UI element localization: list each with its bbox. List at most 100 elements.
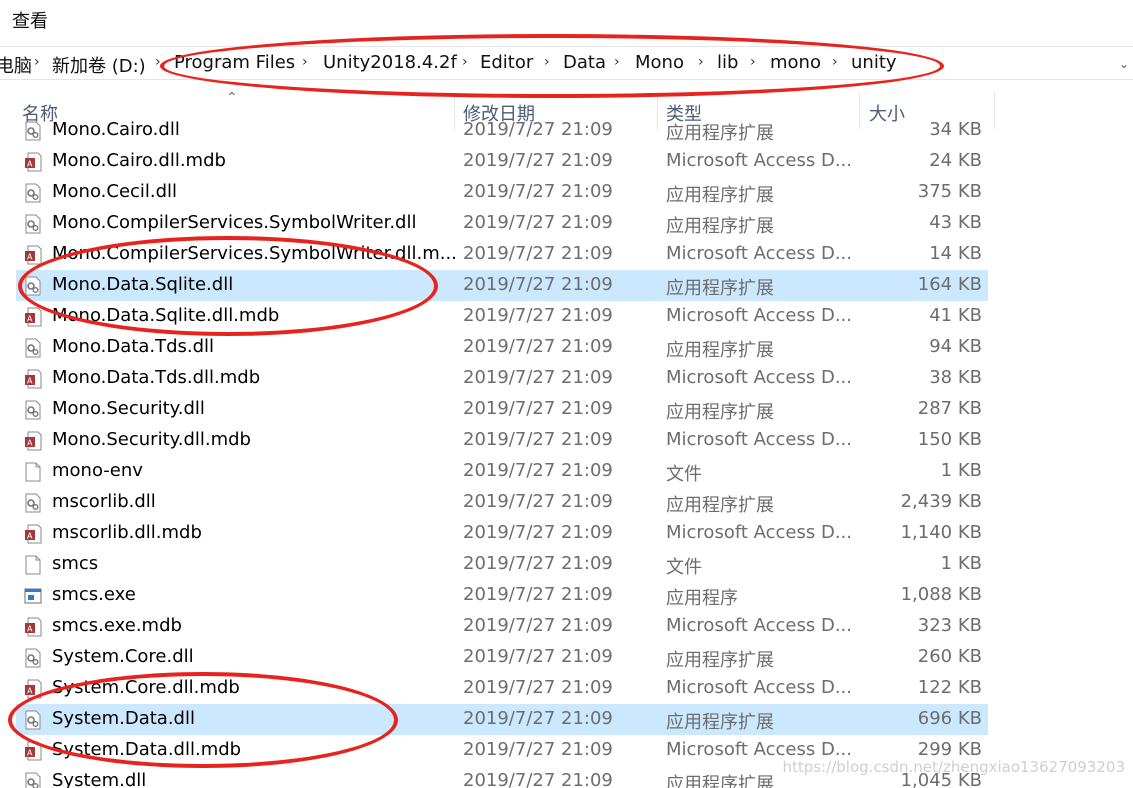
file-size: 1 KB (940, 553, 982, 574)
file-size: 2,439 KB (900, 491, 982, 512)
file-row[interactable]: System.Core.dll 2019/7/27 21:09 应用程序扩展 260 … (16, 642, 988, 673)
dll-icon (24, 648, 42, 668)
file-type: Microsoft Access D... (666, 677, 853, 698)
breadcrumb-separator-icon[interactable]: › (832, 54, 838, 70)
file-date: 2019/7/27 21:09 (463, 181, 613, 202)
file-size: 1,140 KB (900, 522, 982, 543)
breadcrumb-separator-icon[interactable]: › (698, 54, 704, 70)
file-type: Microsoft Access D... (666, 243, 853, 264)
breadcrumb-item[interactable]: lib (717, 52, 738, 73)
menu-view[interactable]: 查看 (12, 7, 48, 33)
file-row[interactable]: A Mono.Security.dll.mdb 2019/7/27 21:09 Mic… (16, 425, 988, 456)
file-name: mscorlib.dll (52, 491, 156, 512)
file-date: 2019/7/27 21:09 (463, 491, 613, 512)
svg-text:A: A (27, 687, 33, 696)
file-size: 34 KB (929, 119, 982, 140)
file-type: 应用程序扩展 (666, 650, 774, 671)
file-type: 应用程序扩展 (666, 123, 774, 144)
svg-text:A: A (27, 253, 33, 262)
file-row[interactable]: mono-env 2019/7/27 21:09 文件 1 KB (16, 456, 988, 487)
breadcrumb-separator-icon[interactable]: › (34, 54, 40, 70)
chevron-down-icon[interactable]: ⌄ (1119, 57, 1129, 71)
file-icon (24, 462, 42, 482)
mdb-icon: A (24, 524, 42, 544)
dll-icon (24, 493, 42, 513)
file-name: smcs.exe.mdb (52, 615, 182, 636)
dll-icon (24, 276, 42, 296)
breadcrumb-separator-icon[interactable]: › (462, 54, 468, 70)
file-date: 2019/7/27 21:09 (463, 770, 613, 788)
svg-text:A: A (27, 439, 33, 448)
file-name: Mono.CompilerServices.SymbolWriter.dll.m… (52, 243, 457, 264)
breadcrumb-item[interactable]: 电脑 (0, 52, 32, 78)
file-name: mono-env (52, 460, 143, 481)
file-row[interactable]: A System.Core.dll.mdb 2019/7/27 21:09 Micro… (16, 673, 988, 704)
file-size: 24 KB (929, 150, 982, 171)
address-bar[interactable]: ⌄ 电脑 › 新加卷 (D:) › Program Files › Unity2018.4.… (0, 46, 1133, 80)
file-type: Microsoft Access D... (666, 522, 853, 543)
file-name: Mono.Cairo.dll.mdb (52, 150, 226, 171)
file-date: 2019/7/27 21:09 (463, 336, 613, 357)
breadcrumb-item[interactable]: mono (770, 52, 821, 73)
file-name: Mono.Data.Tds.dll.mdb (52, 367, 261, 388)
breadcrumb-separator-icon[interactable]: › (302, 54, 308, 70)
file-size: 1,088 KB (900, 584, 982, 605)
file-row[interactable]: Mono.Cecil.dll 2019/7/27 21:09 应用程序扩展 375 K… (16, 177, 988, 208)
file-row[interactable]: Mono.Security.dll 2019/7/27 21:09 应用程序扩展 28… (16, 394, 988, 425)
breadcrumb-item[interactable]: Mono (635, 52, 684, 73)
file-row[interactable]: System.Data.dll 2019/7/27 21:09 应用程序扩展 696 … (16, 704, 988, 735)
watermark: https://blog.csdn.net/zhengxiao136270932… (782, 758, 1125, 776)
file-row[interactable]: smcs.exe 2019/7/27 21:09 应用程序 1,088 KB (16, 580, 988, 611)
breadcrumb-separator-icon[interactable]: › (544, 54, 550, 70)
file-type: 应用程序扩展 (666, 402, 774, 423)
file-row[interactable]: A Mono.CompilerServices.SymbolWriter.dll.… (16, 239, 988, 270)
file-name: Mono.CompilerServices.SymbolWriter.dll (52, 212, 417, 233)
file-type: 应用程序扩展 (666, 185, 774, 206)
file-name: Mono.Data.Sqlite.dll.mdb (52, 305, 280, 326)
file-row[interactable]: smcs 2019/7/27 21:09 文件 1 KB (16, 549, 988, 580)
file-row[interactable]: A Mono.Data.Sqlite.dll.mdb 2019/7/27 21:09… (16, 301, 988, 332)
breadcrumb-item[interactable]: Unity2018.4.2f (323, 52, 457, 73)
breadcrumb-item[interactable]: Data (563, 52, 606, 73)
file-size: 122 KB (917, 677, 982, 698)
mdb-icon: A (24, 741, 42, 761)
file-row[interactable]: Amscorlib.dll.mdb 2019/7/27 21:09 Microsof… (16, 518, 988, 549)
file-name: System.Data.dll.mdb (52, 739, 242, 760)
file-date: 2019/7/27 21:09 (463, 212, 613, 233)
file-name: Mono.Cairo.dll (52, 119, 180, 140)
breadcrumb-separator-icon[interactable]: › (750, 54, 756, 70)
file-size: 1 KB (940, 460, 982, 481)
breadcrumb-item[interactable]: unity (851, 52, 897, 73)
file-row[interactable]: Mono.Data.Sqlite.dll 2019/7/27 21:09 应用程序扩… (16, 270, 988, 301)
file-size: 299 KB (917, 739, 982, 760)
file-row[interactable]: Asmcs.exe.mdb 2019/7/27 21:09 Microsoft Ac… (16, 611, 988, 642)
file-row[interactable]: A Mono.Cairo.dll.mdb 2019/7/27 21:09 Micros… (16, 146, 988, 177)
file-name: Mono.Cecil.dll (52, 181, 178, 202)
breadcrumb-separator-icon[interactable]: › (155, 54, 161, 70)
file-date: 2019/7/27 21:09 (463, 708, 613, 729)
file-row[interactable]: A Mono.Data.Tds.dll.mdb 2019/7/27 21:09 Mic… (16, 363, 988, 394)
file-size: 287 KB (917, 398, 982, 419)
dll-icon (24, 214, 42, 234)
file-row[interactable]: Mono.Cairo.dll 2019/7/27 21:09 应用程序扩展 34 KB (16, 116, 988, 146)
mdb-icon: A (24, 617, 42, 637)
file-size: 38 KB (929, 367, 982, 388)
file-row[interactable]: Mono.CompilerServices.SymbolWriter.dll 20… (16, 208, 988, 239)
file-size: 14 KB (929, 243, 982, 264)
file-name: smcs (52, 553, 99, 574)
breadcrumb-separator-icon[interactable]: › (614, 54, 620, 70)
file-row[interactable]: Mono.Data.Tds.dll 2019/7/27 21:09 应用程序扩展 94… (16, 332, 988, 363)
breadcrumb-item[interactable]: Editor (480, 52, 533, 73)
file-icon (24, 555, 42, 575)
breadcrumb-item[interactable]: Program Files (174, 52, 295, 73)
svg-text:A: A (27, 532, 33, 541)
mdb-icon: A (24, 369, 42, 389)
file-date: 2019/7/27 21:09 (463, 460, 613, 481)
file-size: 43 KB (929, 212, 982, 233)
file-size: 260 KB (917, 646, 982, 667)
file-type: 文件 (666, 464, 702, 485)
file-size: 94 KB (929, 336, 982, 357)
file-type: 文件 (666, 557, 702, 578)
breadcrumb-item[interactable]: 新加卷 (D:) (52, 52, 146, 78)
file-row[interactable]: mscorlib.dll 2019/7/27 21:09 应用程序扩展 2,439 K… (16, 487, 988, 518)
